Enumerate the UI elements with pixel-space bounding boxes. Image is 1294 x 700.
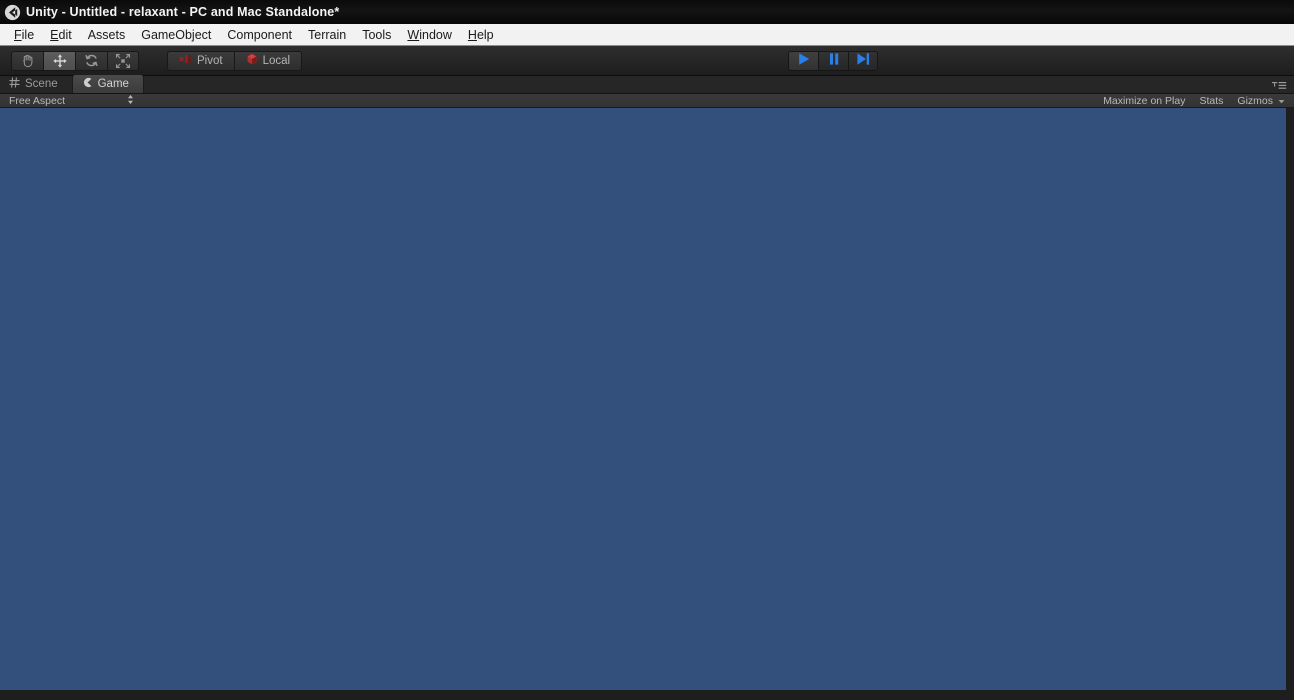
pivot-center-icon: [179, 54, 192, 67]
menu-item-terrain[interactable]: Terrain: [300, 27, 354, 43]
menubar: File Edit Assets GameObject Component Te…: [0, 24, 1294, 46]
tab-game[interactable]: Game: [71, 75, 144, 93]
move-icon: [52, 53, 68, 69]
pause-icon: [827, 52, 841, 71]
move-tool-button[interactable]: [43, 50, 75, 71]
tab-scene-label: Scene: [25, 78, 58, 90]
step-icon: [855, 52, 871, 71]
local-label: Local: [262, 54, 291, 67]
rotate-icon: [84, 53, 99, 68]
aspect-ratio-dropdown[interactable]: Free Aspect: [9, 94, 134, 108]
pause-button[interactable]: [818, 51, 848, 71]
menu-item-window[interactable]: Window: [399, 27, 459, 43]
gameview-container: [0, 108, 1294, 700]
panel-tabbar: Scene Game: [0, 75, 1294, 94]
game-render-surface[interactable]: [0, 108, 1286, 690]
scale-icon: [115, 53, 131, 69]
play-icon: [796, 52, 812, 71]
aspect-ratio-label: Free Aspect: [9, 94, 66, 107]
menu-item-help[interactable]: Help: [460, 27, 502, 43]
gameview-toolbar: Free Aspect Maximize on Play Stats Gizmo…: [0, 94, 1294, 108]
pivot-label: Pivot: [197, 54, 223, 67]
hand-tool-button[interactable]: [11, 50, 43, 71]
menu-item-edit[interactable]: Edit: [42, 27, 80, 43]
main-toolbar: Pivot Local: [0, 46, 1294, 76]
menu-item-component[interactable]: Component: [219, 27, 300, 43]
scene-grid-icon: [9, 77, 20, 91]
game-pacman-icon: [82, 77, 93, 91]
step-button[interactable]: [848, 51, 878, 71]
window-titlebar: Unity - Untitled - relaxant - PC and Mac…: [0, 0, 1294, 24]
updown-arrows-icon: [127, 94, 134, 108]
tab-game-label: Game: [97, 78, 129, 90]
stats-button[interactable]: Stats: [1192, 94, 1230, 108]
scale-tool-button[interactable]: [107, 50, 139, 71]
gizmos-button[interactable]: Gizmos: [1230, 94, 1276, 108]
hand-icon: [20, 53, 35, 68]
gameview-toolbar-right: Maximize on Play Stats Gizmos: [1096, 94, 1290, 108]
menu-item-assets[interactable]: Assets: [80, 27, 134, 43]
tab-options-icon[interactable]: [1270, 79, 1288, 91]
pivot-toggle-button[interactable]: Pivot: [167, 50, 234, 71]
tab-scene[interactable]: Scene: [0, 75, 72, 93]
chevron-down-icon[interactable]: [1276, 99, 1290, 104]
rotate-tool-button[interactable]: [75, 50, 107, 71]
local-toggle-button[interactable]: Local: [233, 50, 303, 71]
menu-item-file[interactable]: File: [6, 27, 42, 43]
unity-logo-icon: [4, 4, 21, 21]
playback-controls: [788, 51, 878, 71]
window-title: Unity - Untitled - relaxant - PC and Mac…: [26, 5, 340, 19]
play-button[interactable]: [788, 51, 818, 71]
transform-tools-group: [11, 50, 139, 71]
maximize-on-play-button[interactable]: Maximize on Play: [1096, 94, 1192, 108]
pivot-handle-group: Pivot Local: [167, 50, 303, 71]
local-globe-icon: [246, 53, 258, 68]
menu-item-tools[interactable]: Tools: [354, 27, 399, 43]
menu-item-gameobject[interactable]: GameObject: [133, 27, 219, 43]
